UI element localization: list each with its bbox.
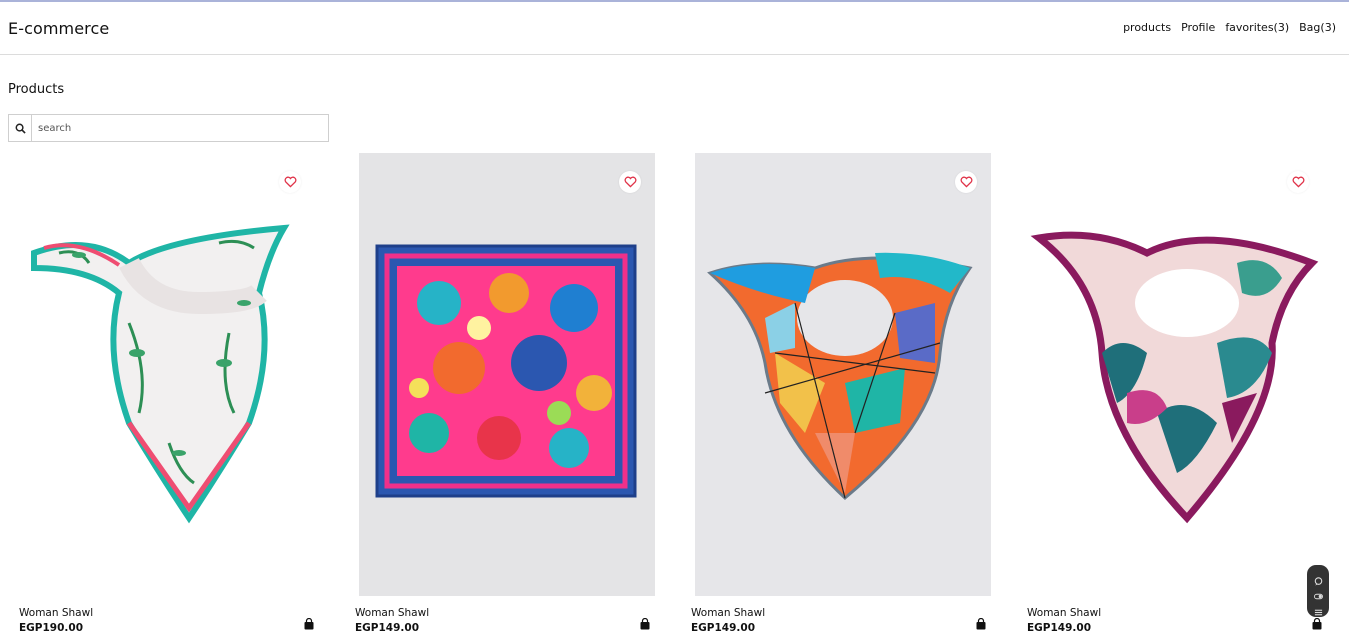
- nav-favorites-link[interactable]: favorites(3): [1225, 21, 1289, 34]
- floating-toolbar-widget: [1307, 565, 1329, 617]
- product-name: Woman Shawl: [19, 607, 94, 619]
- product-price: EGP149.00: [1027, 622, 1092, 634]
- bag-icon: [303, 615, 315, 634]
- product-card[interactable]: Woman Shawl EGP149.00: [691, 153, 991, 643]
- favorite-button[interactable]: [1287, 171, 1309, 193]
- bag-icon: [975, 615, 987, 634]
- page-title: Products: [8, 82, 65, 97]
- product-name: Woman Shawl: [355, 607, 430, 619]
- product-card[interactable]: Woman Shawl EGP149.00: [355, 153, 655, 643]
- favorite-button[interactable]: [279, 171, 301, 193]
- search-bar: [8, 114, 329, 142]
- bag-icon: [1311, 615, 1323, 634]
- menu-icon[interactable]: [1314, 602, 1323, 616]
- product-price: EGP149.00: [691, 622, 756, 634]
- favorite-button[interactable]: [619, 171, 641, 193]
- brand-logo[interactable]: E-commerce: [8, 19, 109, 38]
- heart-icon: [284, 173, 297, 192]
- search-icon[interactable]: [9, 115, 32, 141]
- nav-bag-link[interactable]: Bag(3): [1299, 21, 1336, 34]
- product-price: EGP190.00: [19, 622, 84, 634]
- heart-icon: [960, 173, 973, 192]
- nav-links: products Profile favorites(3) Bag(3): [1123, 21, 1336, 34]
- add-to-bag-button[interactable]: [975, 615, 987, 630]
- navbar: E-commerce products Profile favorites(3)…: [0, 2, 1349, 55]
- bag-icon: [639, 615, 651, 634]
- heart-icon: [624, 173, 637, 192]
- product-price: EGP149.00: [355, 622, 420, 634]
- nav-profile-link[interactable]: Profile: [1181, 21, 1215, 34]
- product-image[interactable]: [695, 153, 991, 596]
- nav-products-link[interactable]: products: [1123, 21, 1171, 34]
- favorite-button[interactable]: [955, 171, 977, 193]
- product-name: Woman Shawl: [691, 607, 766, 619]
- chat-icon[interactable]: [1314, 571, 1323, 586]
- search-input[interactable]: [32, 115, 328, 141]
- add-to-bag-button[interactable]: [639, 615, 651, 630]
- toggle-icon[interactable]: [1313, 586, 1323, 600]
- product-card[interactable]: Woman Shawl EGP149.00: [1027, 153, 1323, 643]
- product-image[interactable]: [359, 153, 655, 596]
- product-image[interactable]: [1027, 153, 1323, 596]
- heart-icon: [1292, 173, 1305, 192]
- add-to-bag-button[interactable]: [303, 615, 315, 630]
- product-image[interactable]: [19, 153, 315, 596]
- product-card[interactable]: Woman Shawl EGP190.00: [19, 153, 315, 643]
- product-name: Woman Shawl: [1027, 607, 1102, 619]
